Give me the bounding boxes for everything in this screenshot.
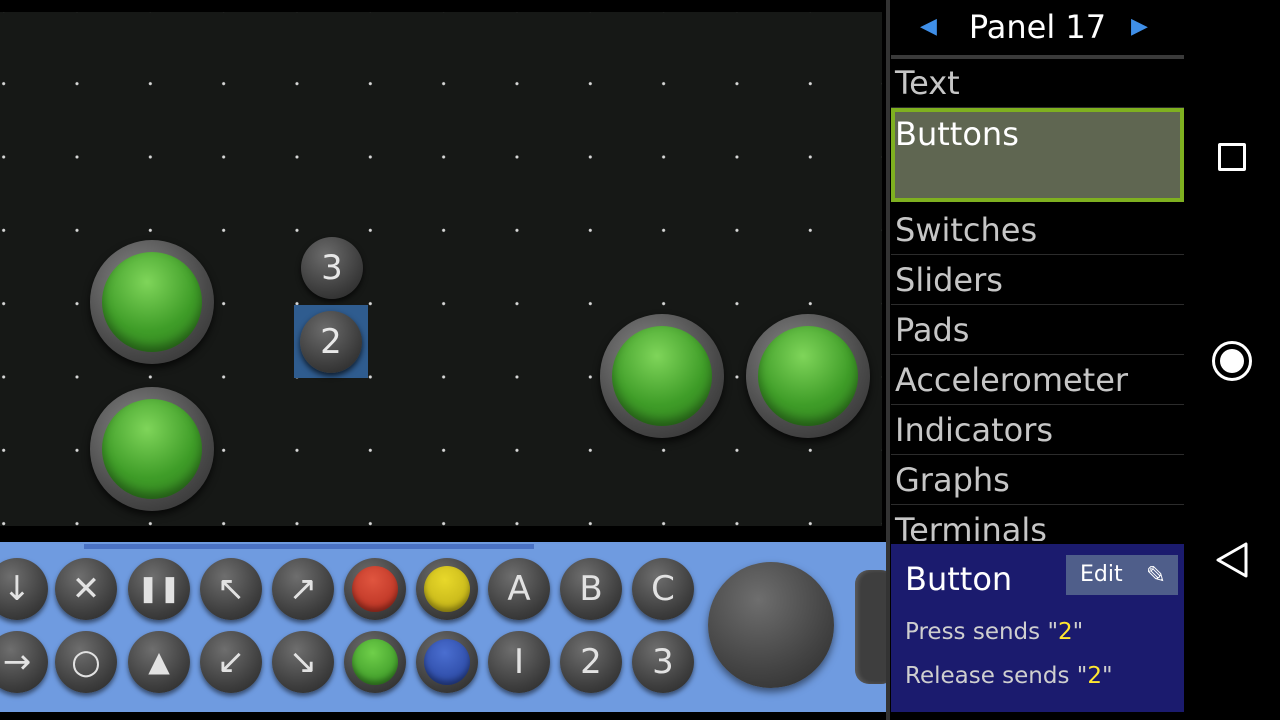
down-right-arrow-icon[interactable]: ↘ — [272, 631, 334, 693]
button-palette[interactable]: ↓ ✕ ❚❚ ↖ ↗ A B C → ○ ▲ ↙ ↘ I 2 3 — [0, 542, 886, 712]
palette-scroll-indicator — [84, 544, 534, 549]
large-gray-button-icon[interactable] — [708, 562, 834, 688]
press-sends-text: Press sends "2" — [905, 619, 1083, 645]
edit-button[interactable]: Edit ✎ — [1066, 555, 1178, 595]
close-icon[interactable]: ✕ — [55, 558, 117, 620]
category-accelerometer[interactable]: Accelerometer — [891, 356, 1184, 405]
pencil-icon: ✎ — [1145, 561, 1166, 589]
button-c[interactable]: C — [632, 558, 694, 620]
button-2[interactable]: 2 — [560, 631, 622, 693]
back-icon[interactable] — [1212, 540, 1252, 580]
category-text[interactable]: Text — [891, 59, 1184, 108]
release-label: Release sends " — [905, 663, 1088, 689]
quote: " — [1102, 663, 1113, 689]
panel-header: ◀ Panel 17 ▶ — [891, 0, 1184, 57]
release-sends-text: Release sends "2" — [905, 663, 1113, 689]
category-list[interactable]: Text Buttons Switches Sliders Pads Accel… — [891, 59, 1184, 541]
press-label: Press sends " — [905, 619, 1059, 645]
press-value: 2 — [1058, 619, 1073, 645]
right-arrow-icon[interactable]: → — [0, 631, 48, 693]
pause-icon[interactable]: ❚❚ — [128, 558, 190, 620]
release-value: 2 — [1087, 663, 1103, 689]
button-3[interactable]: 3 — [632, 631, 694, 693]
category-graphs[interactable]: Graphs — [891, 456, 1184, 505]
category-switches[interactable]: Switches — [891, 206, 1184, 255]
panel-canvas[interactable]: 3 — [0, 12, 882, 526]
category-sliders[interactable]: Sliders — [891, 256, 1184, 305]
triangle-icon[interactable]: ▲ — [128, 631, 190, 693]
green-button[interactable] — [90, 240, 214, 364]
next-panel-icon[interactable]: ▶ — [1131, 14, 1148, 39]
number-button-2[interactable]: 2 — [300, 311, 362, 373]
android-navigation-bar — [1184, 0, 1280, 720]
category-buttons[interactable]: Buttons — [891, 108, 1184, 202]
edit-label: Edit — [1080, 562, 1123, 587]
circle-icon[interactable]: ○ — [55, 631, 117, 693]
recents-icon[interactable] — [1218, 143, 1246, 171]
widget-info-panel: Button Edit ✎ Press sends "2" Release se… — [891, 544, 1184, 712]
button-a[interactable]: A — [488, 558, 550, 620]
up-left-arrow-icon[interactable]: ↖ — [200, 558, 262, 620]
down-left-arrow-icon[interactable]: ↙ — [200, 631, 262, 693]
button-b[interactable]: B — [560, 558, 622, 620]
yellow-button-icon[interactable] — [416, 558, 478, 620]
green-button[interactable] — [90, 387, 214, 511]
green-button[interactable] — [746, 314, 870, 438]
button-i[interactable]: I — [488, 631, 550, 693]
red-button-icon[interactable] — [344, 558, 406, 620]
number-button-3[interactable]: 3 — [301, 237, 363, 299]
blue-button-icon[interactable] — [416, 631, 478, 693]
green-button[interactable] — [600, 314, 724, 438]
category-terminals[interactable]: Terminals — [891, 506, 1184, 541]
category-pads[interactable]: Pads — [891, 306, 1184, 355]
home-icon[interactable] — [1212, 341, 1252, 381]
up-right-arrow-icon[interactable]: ↗ — [272, 558, 334, 620]
down-arrow-icon[interactable]: ↓ — [0, 558, 48, 620]
divider — [886, 0, 890, 720]
green-button-icon[interactable] — [344, 631, 406, 693]
widget-type-title: Button — [905, 560, 1013, 598]
category-indicators[interactable]: Indicators — [891, 406, 1184, 455]
quote: " — [1072, 619, 1084, 645]
palette-next-item[interactable] — [855, 570, 886, 684]
